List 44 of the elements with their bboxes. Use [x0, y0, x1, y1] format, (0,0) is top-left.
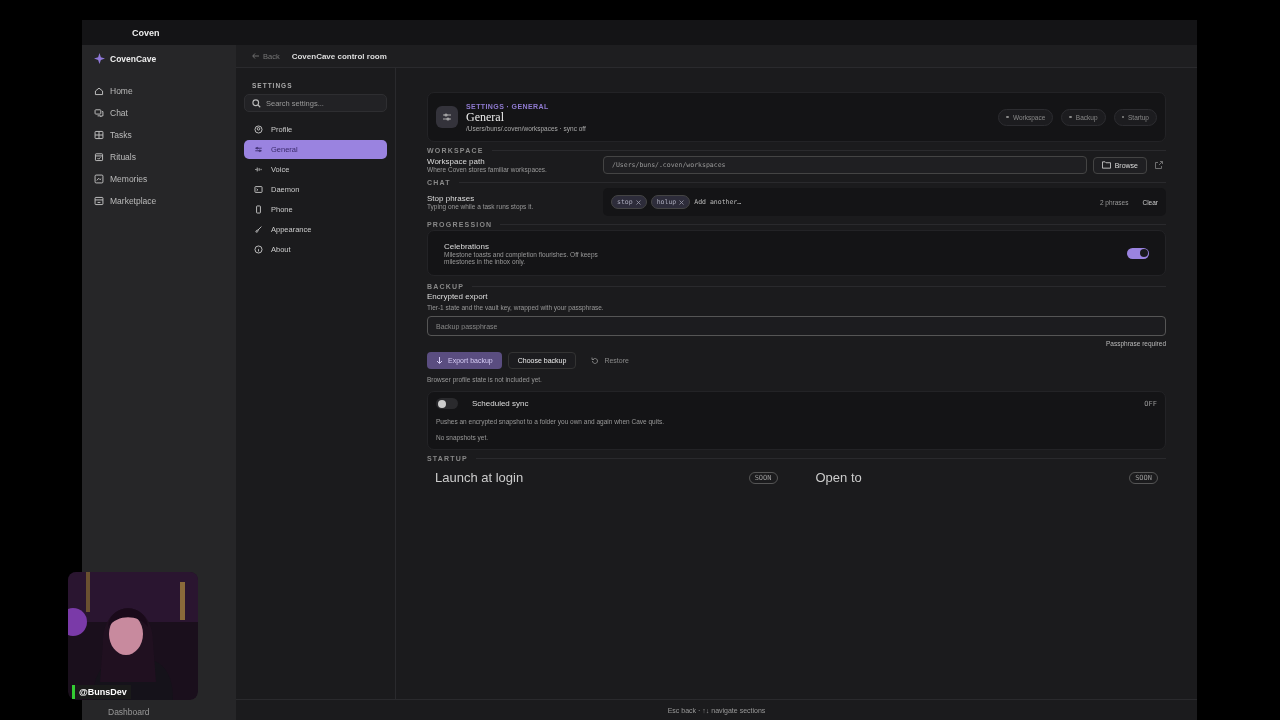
board-icon [94, 130, 104, 140]
nav-item[interactable]: Tasks [94, 124, 132, 146]
undo-icon [591, 356, 600, 365]
info-icon [254, 245, 263, 254]
setting-label: Celebrations [444, 241, 490, 251]
nav-item[interactable]: Home [94, 80, 133, 102]
sliders-icon [436, 106, 458, 128]
calendar-icon [94, 152, 104, 162]
window-title: Coven [132, 27, 160, 38]
toggle-switch[interactable] [1127, 247, 1149, 259]
setting-label: Open to [815, 470, 862, 485]
brand-name: CovenCave [110, 53, 157, 64]
page-header-title: CovenCave control room [291, 51, 387, 61]
profile-icon [254, 125, 263, 134]
streamer-handle: @BunsDev [72, 685, 131, 699]
setting-label: Launch at login [435, 470, 524, 485]
toggle-switch[interactable] [436, 398, 458, 409]
store-icon [94, 196, 104, 206]
voice-icon [254, 165, 263, 174]
search-icon [252, 98, 261, 108]
home-icon [94, 86, 104, 96]
download-icon [436, 356, 443, 365]
sparkle-icon [94, 53, 105, 64]
setting-label: Stop phrases [427, 194, 476, 203]
back-arrow-icon [252, 53, 259, 59]
external-link-icon[interactable] [1155, 161, 1163, 169]
sliders-icon [254, 145, 263, 154]
phone-icon [254, 205, 263, 214]
close-icon[interactable] [679, 199, 685, 205]
folder-icon [1101, 161, 1111, 169]
setting-label: Encrypted export [427, 292, 489, 301]
chat-icon [94, 108, 104, 118]
setting-label: Workspace path [427, 157, 486, 166]
nav-item[interactable]: Marketplace [94, 190, 157, 212]
brush-icon [254, 225, 263, 234]
setting-label: Scheduled sync [472, 399, 529, 408]
close-icon[interactable] [635, 199, 641, 205]
page-title: General [466, 109, 505, 125]
nav-item[interactable]: Chat [94, 102, 128, 124]
nav-item[interactable]: Memories [94, 168, 148, 190]
nav-item[interactable]: Dashboard [108, 706, 150, 718]
nav-item[interactable]: Rituals [94, 146, 136, 168]
album-icon [94, 174, 104, 184]
terminal-icon [254, 185, 263, 194]
